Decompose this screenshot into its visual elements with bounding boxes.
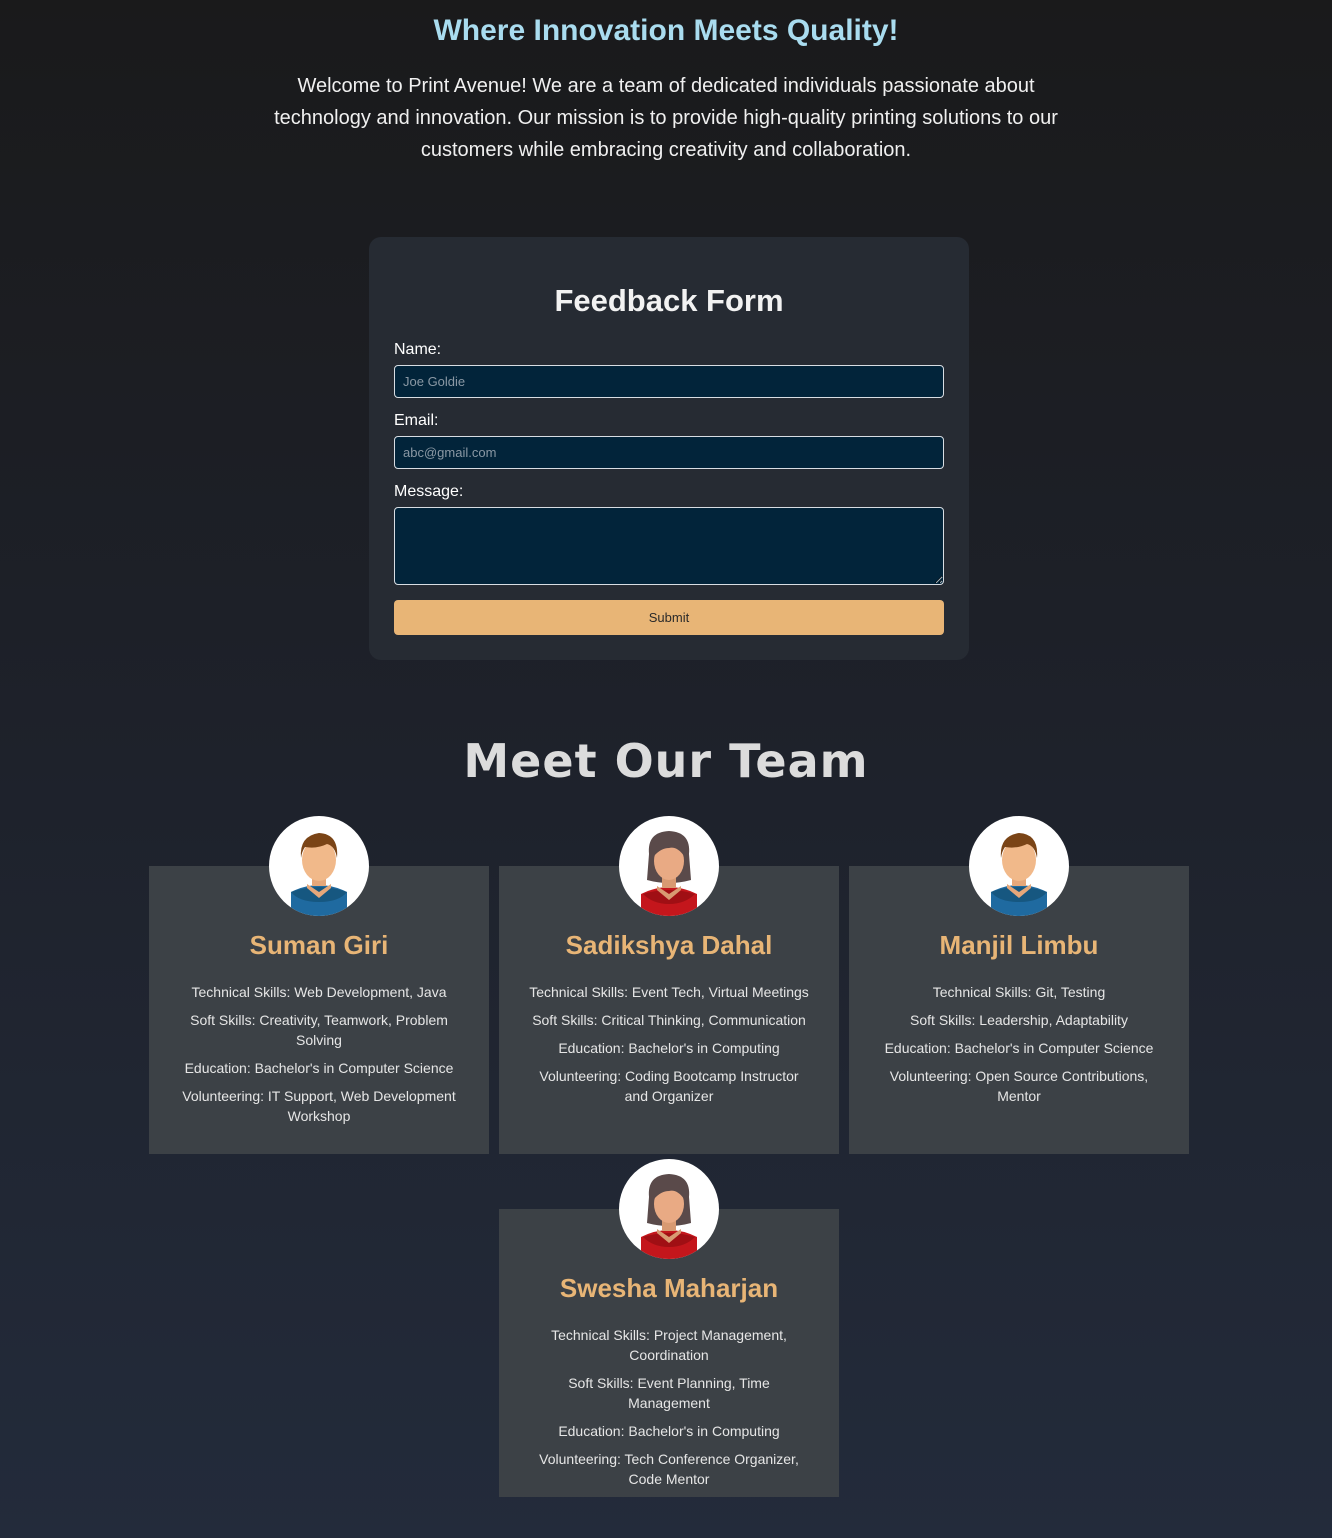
hero-intro-text: Welcome to Print Avenue! We are a team o… — [274, 75, 1058, 161]
name-input[interactable] — [394, 365, 944, 398]
hero-title: Where Innovation Meets Quality! — [433, 14, 899, 47]
team-member-card: Suman Giri Technical Skills: Web Develop… — [149, 816, 489, 1154]
member-volunteering: Volunteering: Open Source Contributions,… — [889, 1068, 1149, 1104]
message-label: Message: — [394, 483, 464, 500]
member-education: Education: Bachelor's in Computing — [558, 1040, 780, 1056]
form-title: Feedback Form — [554, 283, 784, 318]
member-education: Education: Bachelor's in Computer Scienc… — [884, 1040, 1154, 1056]
team-member-card: Manjil Limbu Technical Skills: Git, Test… — [849, 816, 1189, 1154]
member-volunteering: Volunteering: Coding Bootcamp Instructor… — [539, 1068, 799, 1104]
member-volunteering: Volunteering: Tech Conference Organizer,… — [539, 1451, 799, 1487]
member-details: Technical Skills: Web Development, Java … — [177, 982, 461, 1134]
member-name: Swesha Maharjan — [559, 1273, 779, 1303]
female-avatar-icon — [619, 1159, 719, 1259]
member-education: Education: Bachelor's in Computer Scienc… — [184, 1060, 454, 1076]
message-textarea[interactable] — [394, 507, 944, 585]
member-education: Education: Bachelor's in Computing — [558, 1423, 780, 1439]
female-avatar-icon — [619, 816, 719, 916]
member-technical-skills: Technical Skills: Web Development, Java — [191, 984, 447, 1000]
member-technical-skills: Technical Skills: Event Tech, Virtual Me… — [529, 984, 809, 1000]
member-soft-skills: Soft Skills: Leadership, Adaptability — [910, 1012, 1128, 1028]
member-soft-skills: Soft Skills: Critical Thinking, Communic… — [532, 1012, 806, 1028]
email-input[interactable] — [394, 436, 944, 469]
email-label: Email: — [394, 412, 439, 429]
feedback-form: Feedback Form Name: Email: Message: Subm… — [369, 237, 969, 660]
member-name: Sadikshya Dahal — [565, 930, 773, 960]
member-volunteering: Volunteering: IT Support, Web Developmen… — [182, 1088, 456, 1124]
team-member-card: Sadikshya Dahal Technical Skills: Event … — [499, 816, 839, 1154]
member-details: Technical Skills: Git, Testing Soft Skil… — [877, 982, 1161, 1114]
member-details: Technical Skills: Event Tech, Virtual Me… — [527, 982, 811, 1114]
name-label: Name: — [394, 341, 442, 358]
member-name: Suman Giri — [249, 930, 389, 960]
member-soft-skills: Soft Skills: Creativity, Teamwork, Probl… — [190, 1012, 448, 1048]
male-avatar-icon — [269, 816, 369, 916]
member-name: Manjil Limbu — [939, 930, 1099, 960]
submit-button[interactable]: Submit — [394, 600, 944, 635]
member-technical-skills: Technical Skills: Project Management, Co… — [551, 1327, 787, 1363]
male-avatar-icon — [969, 816, 1069, 916]
member-technical-skills: Technical Skills: Git, Testing — [932, 984, 1106, 1000]
member-details: Technical Skills: Project Management, Co… — [527, 1325, 811, 1497]
team-member-card: Swesha Maharjan Technical Skills: Projec… — [499, 1159, 839, 1497]
member-soft-skills: Soft Skills: Event Planning, Time Manage… — [568, 1375, 770, 1411]
team-section-title: Meet Our Team — [463, 734, 869, 788]
